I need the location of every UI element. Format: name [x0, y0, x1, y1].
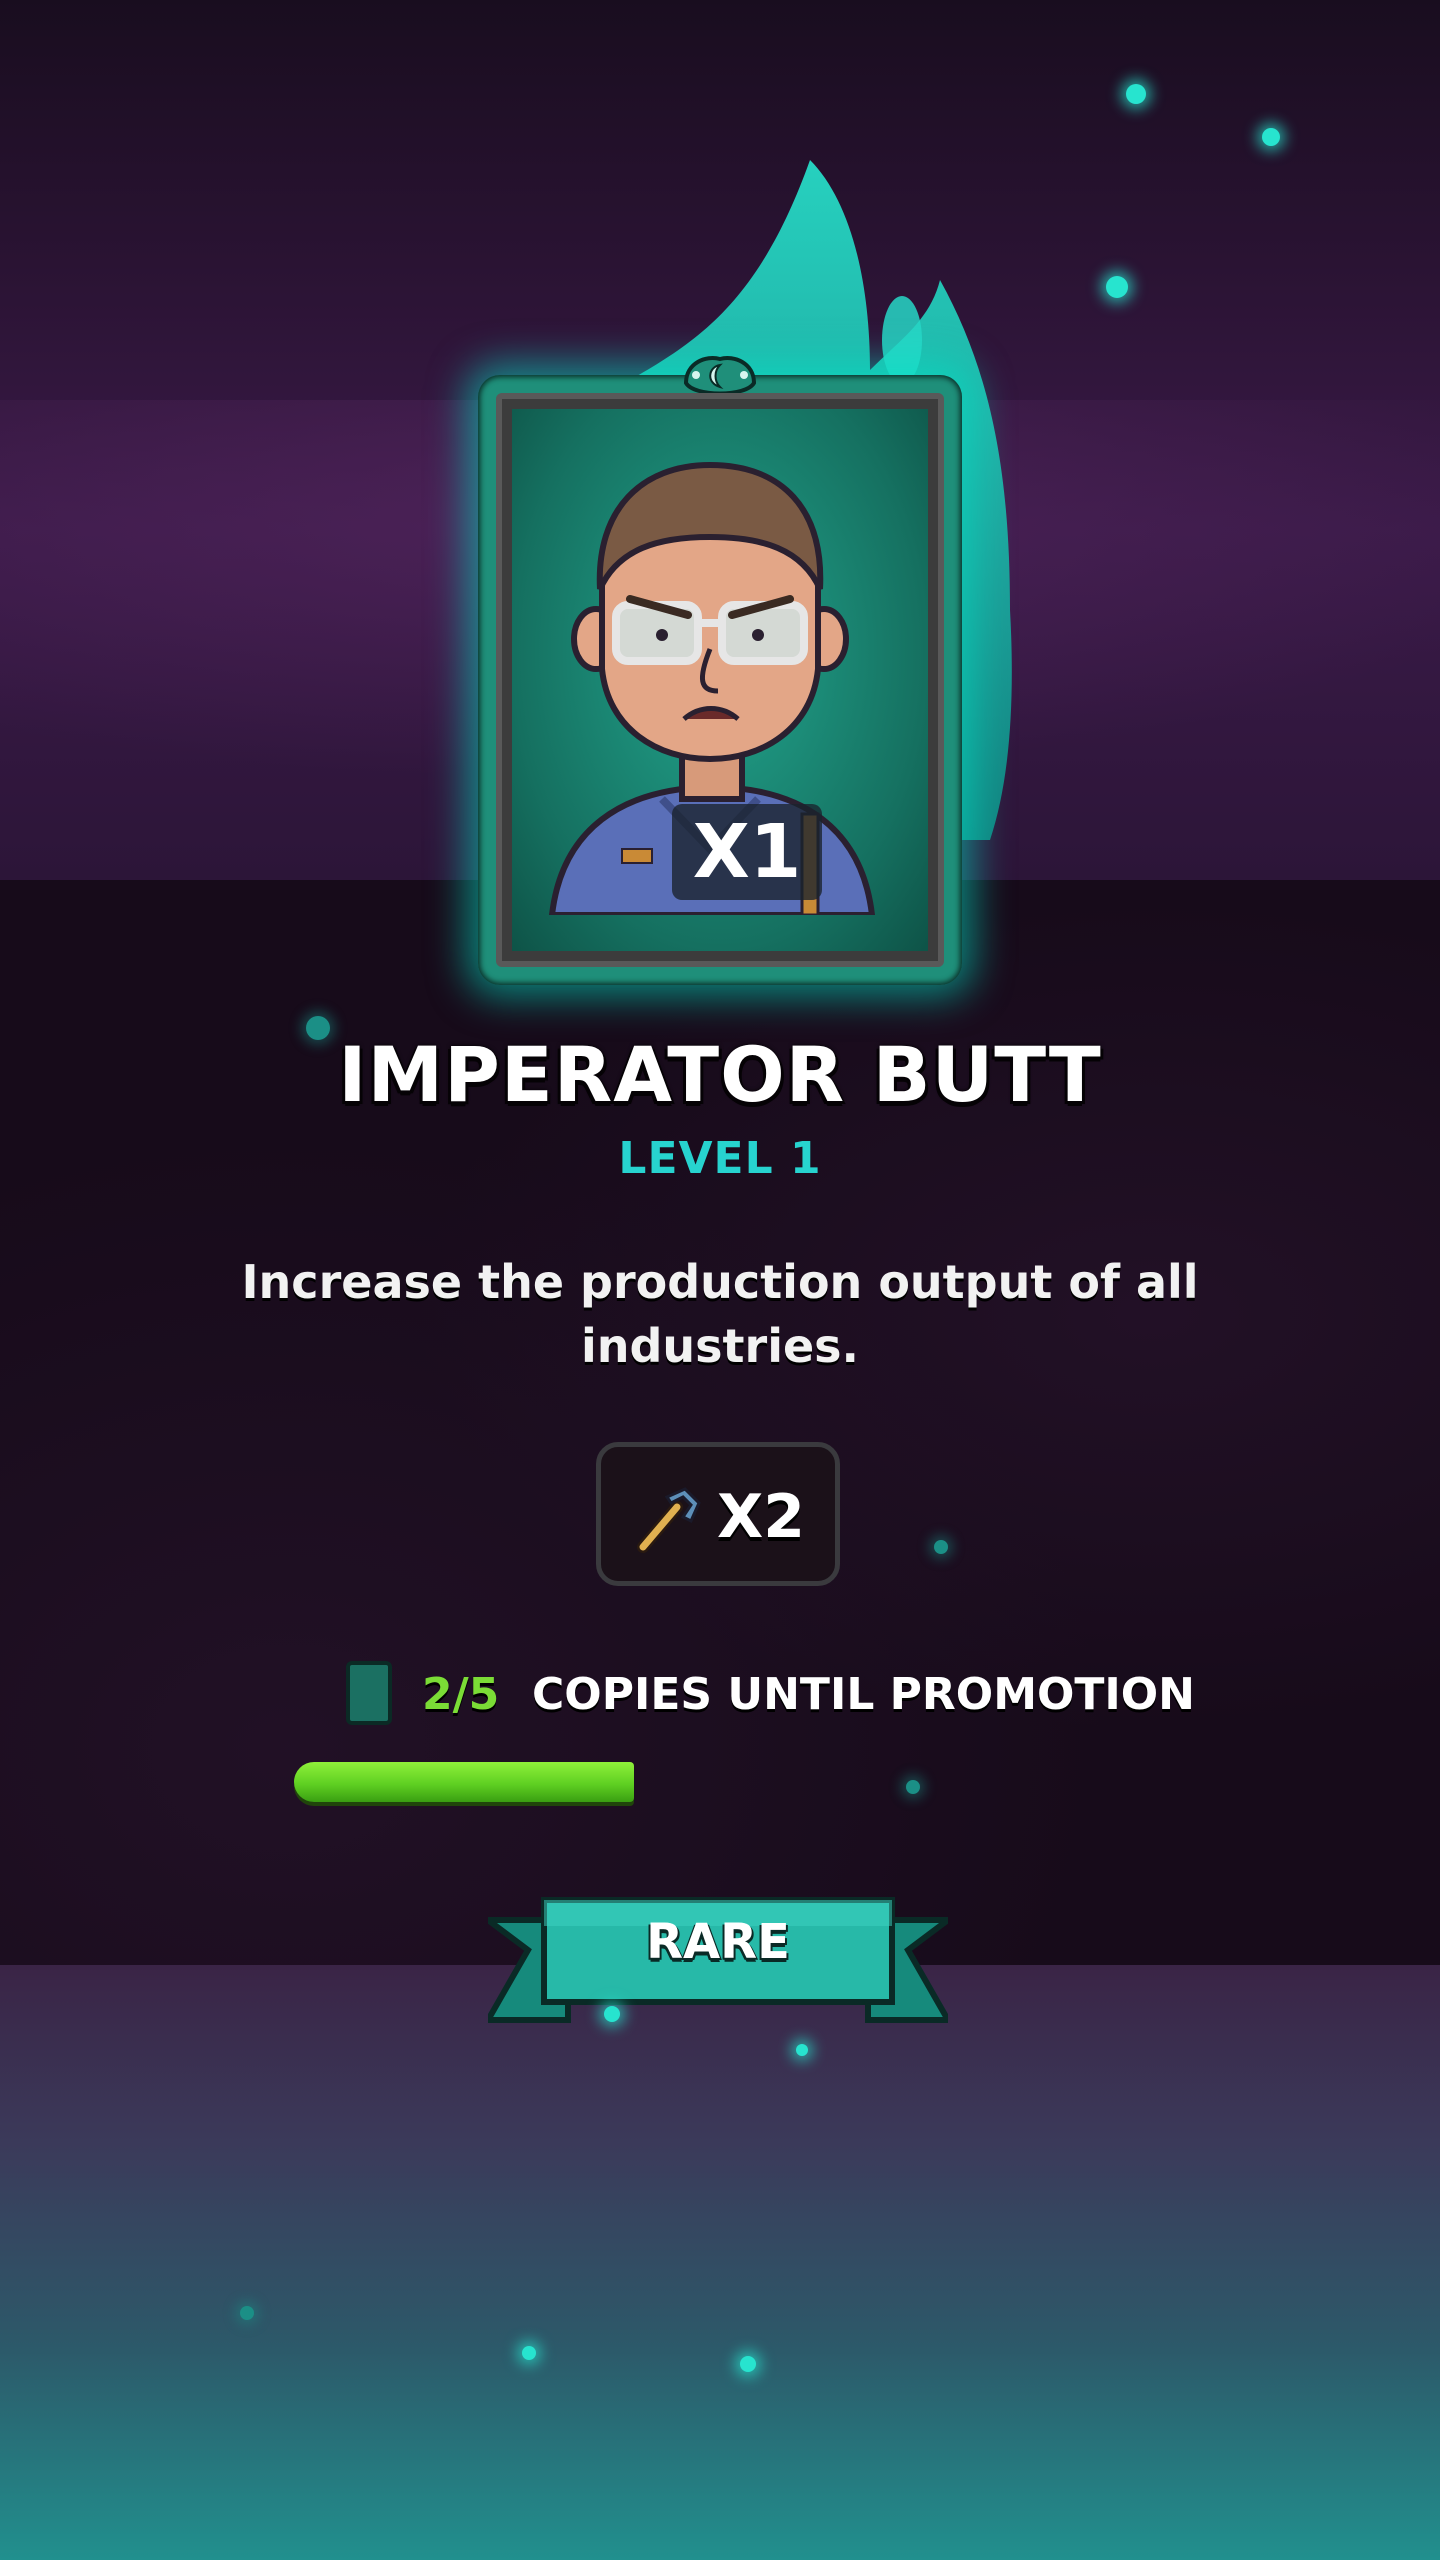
glow-particle: [306, 1016, 330, 1040]
production-bonus-badge: X2: [596, 1442, 840, 1586]
glow-particle: [1106, 276, 1128, 298]
hammer-icon: [637, 1487, 701, 1553]
card-count-label: X1: [672, 804, 822, 900]
background-bottom-glow: [0, 1965, 1440, 2560]
promotion-label: COPIES UNTIL PROMOTION: [532, 1669, 1196, 1720]
card-inner-frame: X1: [496, 393, 944, 967]
glow-particle: [906, 1780, 920, 1794]
glow-particle: [1126, 84, 1146, 104]
promotion-count: 2/5: [422, 1669, 500, 1720]
glow-particle: [934, 1540, 948, 1554]
character-name: IMPERATOR BUTT: [338, 1030, 1102, 1119]
bonus-multiplier: X2: [717, 1482, 806, 1552]
glow-particle: [796, 2044, 808, 2056]
promotion-progress-bar: [294, 1762, 1144, 1802]
rarity-label: RARE: [646, 1914, 790, 1970]
promotion-status: 2/5 COPIES UNTIL PROMOTION: [340, 1655, 1195, 1735]
glow-particle: [604, 2006, 620, 2022]
rarity-ribbon: RARE: [479, 1890, 957, 2030]
glow-particle: [240, 2306, 254, 2320]
glow-particle: [740, 2356, 756, 2372]
card-reveal-screen: X1 IMPERATOR BUTT LEVEL 1 Increase the p…: [0, 0, 1440, 2560]
glow-particle: [1262, 128, 1280, 146]
card-copy-icon: [346, 1661, 392, 1725]
character-level: LEVEL 1: [618, 1133, 822, 1184]
glow-particle: [522, 2346, 536, 2360]
promotion-progress-fill: [294, 1762, 634, 1802]
character-card[interactable]: X1: [478, 356, 962, 985]
character-description: Increase the production output of all in…: [241, 1255, 1199, 1373]
